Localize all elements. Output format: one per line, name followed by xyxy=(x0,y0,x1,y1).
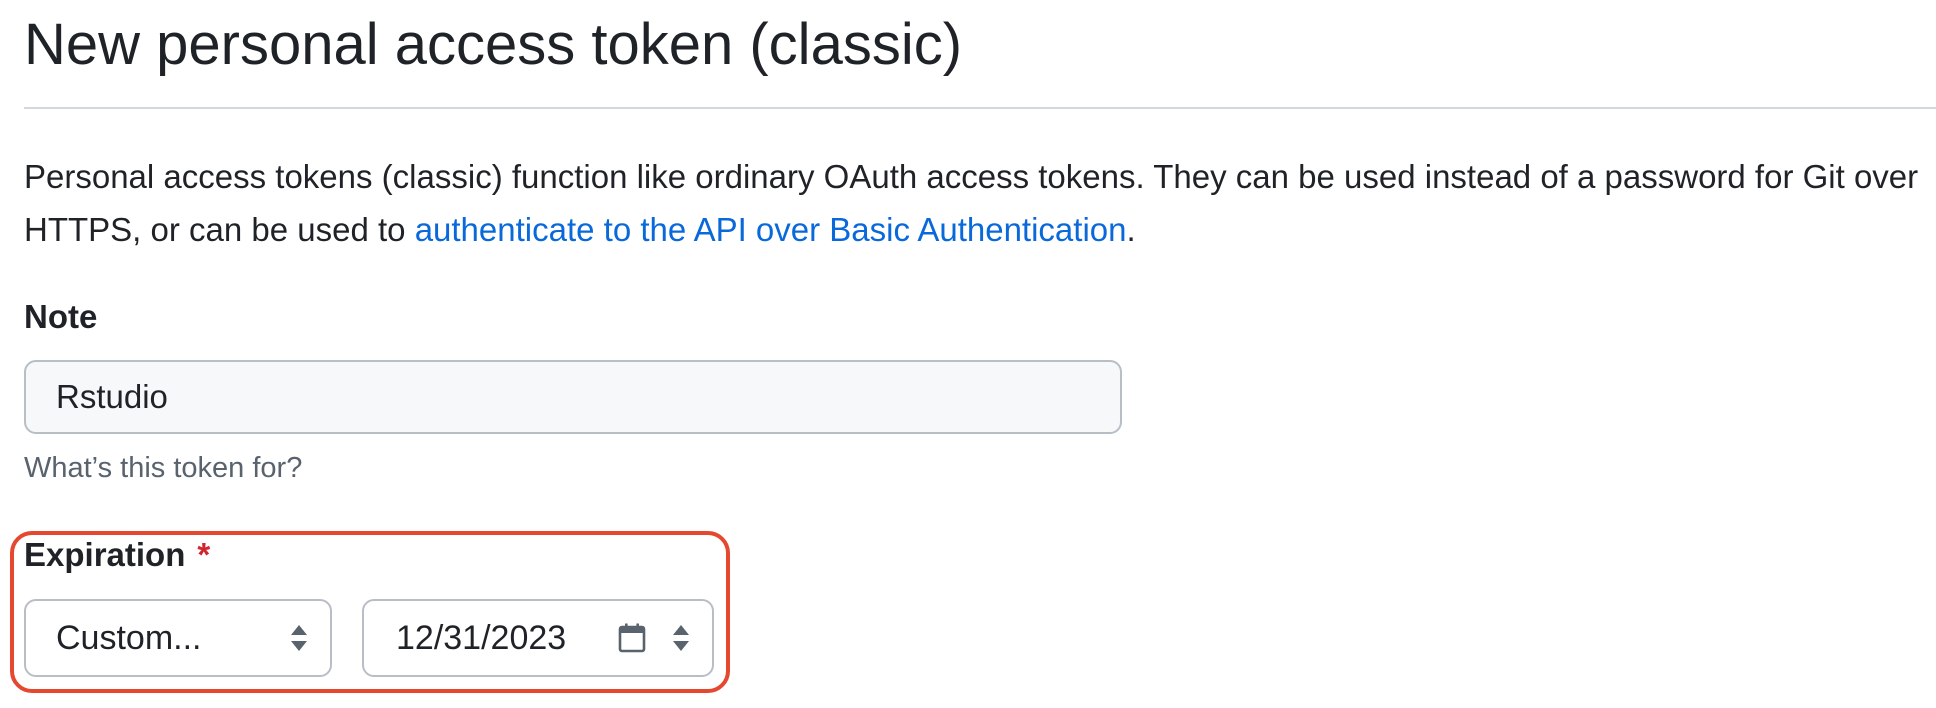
note-hint: What’s this token for? xyxy=(24,452,303,484)
expiration-label: Expiration * xyxy=(24,536,210,574)
required-marker: * xyxy=(197,536,211,573)
title-divider xyxy=(24,107,1936,109)
page-title: New personal access token (classic) xyxy=(24,12,963,77)
expiration-label-text: Expiration xyxy=(24,536,186,573)
expiration-date-input[interactable]: 12/31/2023 xyxy=(362,599,714,677)
intro-paragraph: Personal access tokens (classic) functio… xyxy=(24,150,1936,256)
chevron-updown-icon xyxy=(291,625,307,651)
expiration-select[interactable]: Custom... xyxy=(24,599,332,677)
intro-text-end: . xyxy=(1126,211,1136,248)
expiration-date-value: 12/31/2023 xyxy=(396,618,567,657)
expiration-select-value: Custom... xyxy=(56,618,202,657)
note-label: Note xyxy=(24,298,98,335)
chevron-updown-icon[interactable] xyxy=(672,624,690,652)
basic-auth-link[interactable]: authenticate to the API over Basic Authe… xyxy=(415,211,1127,248)
calendar-icon[interactable] xyxy=(618,623,646,653)
note-input[interactable] xyxy=(24,360,1122,434)
